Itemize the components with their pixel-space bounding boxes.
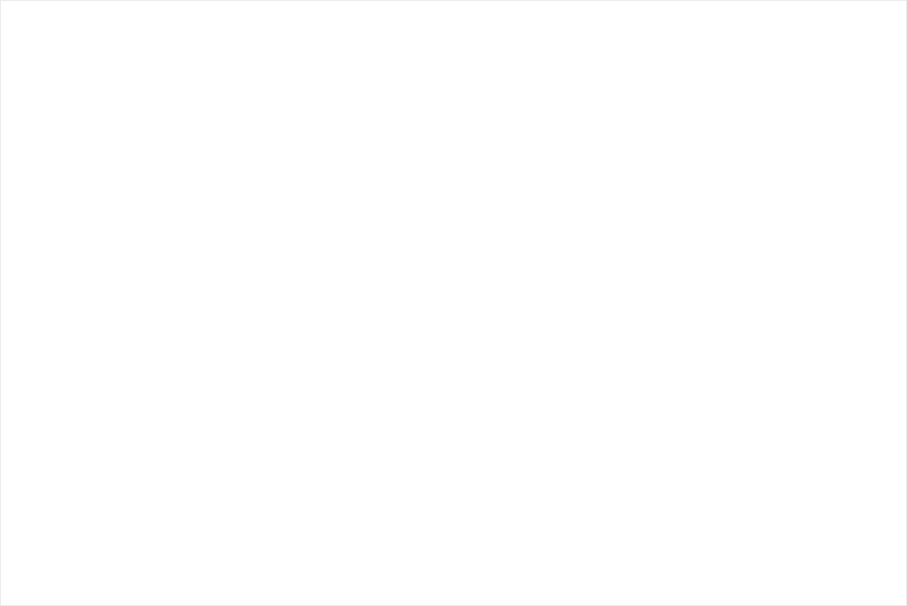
macd-info-row [19,481,59,497]
candlestick-chart-canvas[interactable] [1,1,907,606]
ma-info-row [9,71,49,87]
ohlc-info-row [13,50,83,66]
trading-chart-widget [0,0,907,606]
